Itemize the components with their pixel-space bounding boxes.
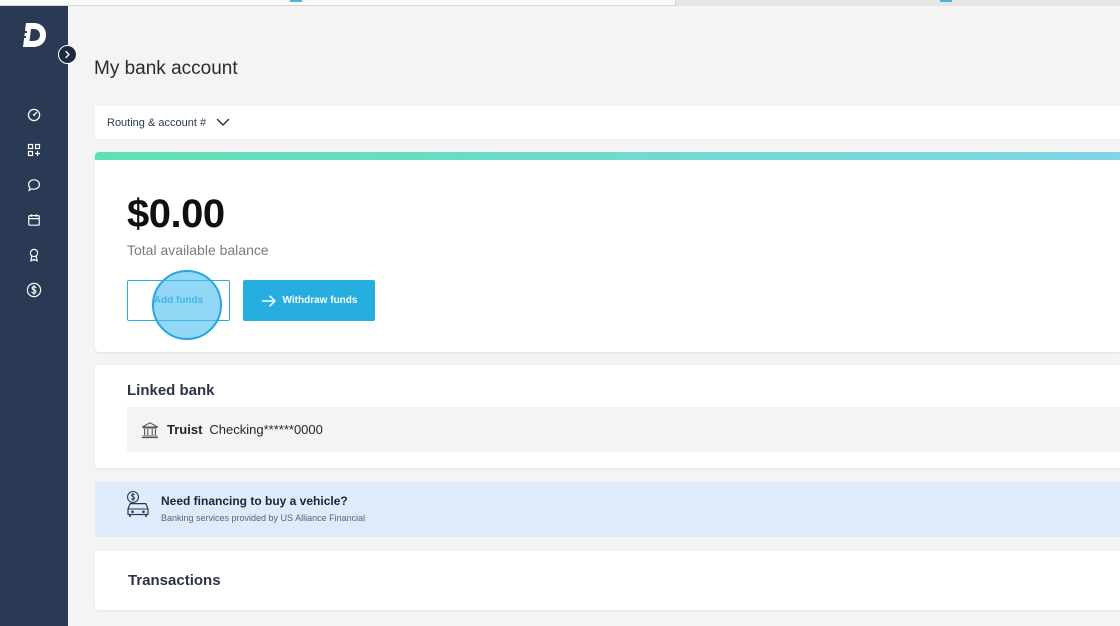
sidebar	[0, 6, 68, 626]
transactions-card: Transactions	[95, 551, 1120, 610]
chevron-right-icon	[65, 50, 70, 59]
vehicle-financing-banner[interactable]: Need financing to buy a vehicle? Banking…	[95, 482, 1120, 537]
transactions-title: Transactions	[128, 572, 221, 589]
balance-label: Total available balance	[127, 242, 269, 258]
financing-subtitle: Banking services provided by US Alliance…	[161, 513, 366, 523]
add-funds-button[interactable]: Add funds	[127, 280, 230, 321]
page-title: My bank account	[94, 58, 238, 79]
bank-account-number: Checking******0000	[209, 422, 323, 437]
calendar-icon[interactable]	[24, 210, 44, 230]
chevron-down-icon	[216, 118, 230, 126]
browser-tab-strip	[0, 0, 1120, 6]
withdraw-funds-label: Withdraw funds	[282, 295, 358, 306]
award-ribbon-icon[interactable]	[24, 245, 44, 265]
routing-account-label: Routing & account #	[107, 116, 207, 129]
tab-indicator	[290, 0, 302, 2]
chat-bubble-icon[interactable]	[24, 175, 44, 195]
add-funds-label: Add funds	[153, 295, 204, 306]
withdraw-funds-button[interactable]: Withdraw funds	[243, 280, 375, 321]
arrow-right-icon	[261, 294, 276, 307]
d-logo-icon[interactable]	[20, 20, 48, 50]
browser-tab-inactive[interactable]	[675, 0, 1120, 6]
linked-bank-card: Linked bank Truist Checking******0000	[95, 365, 1120, 468]
car-finance-icon	[126, 490, 149, 517]
apps-grid-icon[interactable]	[24, 140, 44, 160]
routing-account-toggle[interactable]: Routing & account #	[95, 106, 1120, 139]
dollar-circle-icon[interactable]	[24, 280, 44, 300]
bank-name: Truist	[167, 422, 203, 437]
bank-building-icon	[141, 421, 159, 438]
balance-amount: $0.00	[127, 192, 225, 236]
tab-indicator	[940, 0, 952, 2]
sidebar-collapse-button[interactable]	[58, 45, 77, 64]
balance-card: $0.00 Total available balance Add funds …	[95, 152, 1120, 352]
financing-title: Need financing to buy a vehicle?	[161, 494, 348, 508]
card-accent-bar	[95, 152, 1120, 160]
dashboard-gauge-icon[interactable]	[24, 105, 44, 125]
linked-bank-row[interactable]: Truist Checking******0000	[127, 407, 1120, 452]
linked-bank-title: Linked bank	[127, 382, 215, 399]
